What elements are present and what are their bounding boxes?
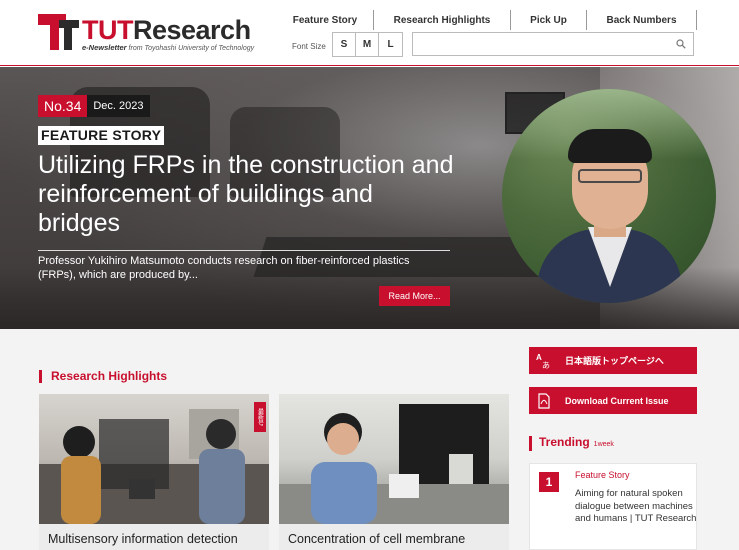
main-nav: Feature Story Research Highlights Pick U… <box>277 10 697 30</box>
research-card[interactable]: Concentration of cell membrane <box>279 394 509 550</box>
search-input[interactable] <box>413 33 668 55</box>
download-issue-button[interactable]: Download Current Issue <box>529 387 697 414</box>
hero-description: Professor Yukihiro Matsumoto conducts re… <box>38 255 410 281</box>
logo-wordmark: TUTResearch <box>82 16 251 44</box>
hero-category-label: FEATURE STORY <box>38 126 165 145</box>
trending-text: Aiming for natural spoken dialogue betwe… <box>575 488 697 524</box>
search-box <box>412 32 694 56</box>
research-card-caption: Concentration of cell membrane <box>279 524 509 550</box>
svg-text:あ: あ <box>542 361 550 370</box>
research-card-image: 最新号 <box>39 394 269 524</box>
issue-date: Dec. 2023 <box>87 95 150 117</box>
research-card-image <box>279 394 509 524</box>
research-highlights-heading: Research Highlights <box>39 370 167 383</box>
trending-title: Trending <box>539 435 590 449</box>
download-issue-label: Download Current Issue <box>565 395 669 406</box>
lab-photo-illustration <box>279 404 509 524</box>
trending-heading: Trending 1week <box>529 436 614 451</box>
research-card[interactable]: 最新号 Multisensory information detection <box>39 394 269 550</box>
site-header: TUTResearch e-Newsletter from Toyohashi … <box>0 0 739 66</box>
nav-pick-up[interactable]: Pick Up <box>511 10 587 30</box>
font-size-m-button[interactable]: M <box>356 33 379 56</box>
logo-tut: TUT <box>82 15 133 45</box>
professor-portrait <box>502 89 716 303</box>
logo-subtitle: e-Newsletter from Toyohashi University o… <box>82 43 254 52</box>
issue-number: No.34 <box>38 95 88 117</box>
trending-item[interactable]: 1 Feature Story Aiming for natural spoke… <box>529 463 697 550</box>
pdf-icon <box>529 387 559 414</box>
language-icon: A あ <box>529 347 559 374</box>
read-more-button[interactable]: Read More... <box>379 286 450 306</box>
japanese-top-label: 日本語版トップページへ <box>565 356 664 366</box>
page: TUTResearch e-Newsletter from Toyohashi … <box>0 0 739 550</box>
font-size-selector: S M L <box>332 32 403 57</box>
issue-badge: No.34 Dec. 2023 <box>38 95 150 117</box>
hero-banner: No.34 Dec. 2023 FEATURE STORY Utilizing … <box>0 67 739 329</box>
font-size-l-button[interactable]: L <box>379 33 402 56</box>
trending-rank: 1 <box>539 472 559 492</box>
trending-category: Feature Story <box>575 470 630 480</box>
hero-title[interactable]: Utilizing FRPs in the construction and r… <box>38 151 458 238</box>
logo-sub-suffix: from Toyohashi University of Technology <box>126 45 255 52</box>
lab-photo-illustration <box>39 409 269 524</box>
search-icon[interactable] <box>676 39 686 49</box>
trending-period[interactable]: 1week <box>594 441 614 448</box>
latest-issue-tag: 最新号 <box>254 402 266 432</box>
japanese-top-button[interactable]: A あ 日本語版トップページへ <box>529 347 697 374</box>
hero-divider <box>38 250 450 251</box>
logo-research: Research <box>132 15 251 45</box>
logo-sub-prefix: e-Newsletter <box>82 43 127 52</box>
nav-back-numbers[interactable]: Back Numbers <box>587 10 697 30</box>
font-size-label: Font Size <box>292 42 326 51</box>
research-card-caption: Multisensory information detection <box>39 524 269 550</box>
font-size-s-button[interactable]: S <box>333 33 356 56</box>
nav-research-highlights[interactable]: Research Highlights <box>374 10 511 30</box>
nav-feature-story[interactable]: Feature Story <box>277 10 374 30</box>
logo-mark-icon <box>38 14 80 50</box>
site-logo[interactable]: TUTResearch e-Newsletter from Toyohashi … <box>38 12 260 54</box>
